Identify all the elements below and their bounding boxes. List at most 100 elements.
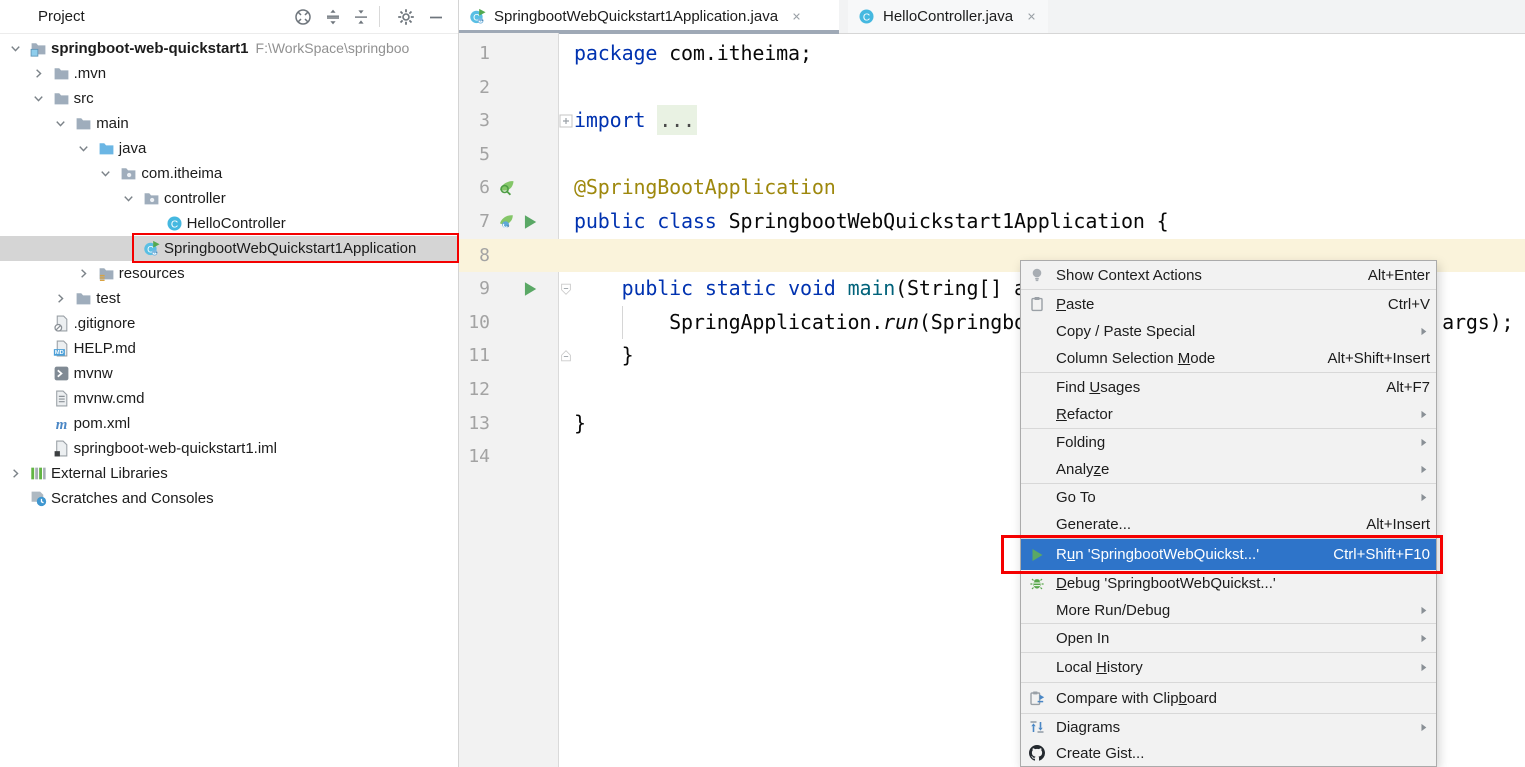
- root-folder-icon: [30, 40, 47, 57]
- tree-item-src[interactable]: src: [0, 86, 458, 111]
- submenu-arrow-icon: [1417, 604, 1430, 617]
- tree-chevron-right-icon[interactable]: [76, 266, 91, 281]
- menu-item-label: Create Gist...: [1056, 745, 1430, 762]
- code-line-1[interactable]: 1package com.itheima;: [459, 37, 1525, 71]
- spring-search-icon[interactable]: [497, 179, 515, 197]
- tree-chevron-down-icon[interactable]: [53, 116, 68, 131]
- run-triangle-icon[interactable]: [521, 280, 539, 298]
- project-panel-title[interactable]: Project: [38, 0, 85, 33]
- menu-item-generate[interactable]: Generate...Alt+Insert: [1021, 511, 1436, 538]
- class-icon: C: [166, 215, 183, 232]
- tree-item--mvn[interactable]: .mvn: [0, 61, 458, 86]
- menu-item-open-in[interactable]: Open In: [1021, 624, 1436, 652]
- tree-chevron-right-icon[interactable]: [53, 291, 68, 306]
- tree-item-controller[interactable]: controller: [0, 186, 458, 211]
- code-text: public static void main(String[] args) {: [574, 272, 1097, 306]
- code-line-7[interactable]: 7public class SpringbootWebQuickstart1Ap…: [459, 205, 1525, 239]
- tree-item-resources[interactable]: resources: [0, 261, 458, 286]
- project-panel: Project springboot-web-quickstart1F:\Wor…: [0, 0, 458, 767]
- menu-item-show-context-actions[interactable]: Show Context ActionsAlt+Enter: [1021, 261, 1436, 289]
- menu-item-find-usages[interactable]: Find UsagesAlt+F7: [1021, 373, 1436, 401]
- menu-item-paste[interactable]: PasteCtrl+V: [1021, 290, 1436, 318]
- submenu-arrow-icon: [1417, 721, 1430, 734]
- folder-icon: [75, 290, 92, 307]
- markdown-icon: MD: [53, 340, 70, 357]
- code-line-3[interactable]: 3import ...: [459, 104, 1525, 138]
- fold-down-icon[interactable]: [559, 282, 573, 296]
- tree-item-scratches-and-consoles[interactable]: Scratches and Consoles: [0, 486, 458, 511]
- tab-hellocontroller-java[interactable]: C HelloController.java: [848, 0, 1048, 33]
- tree-item-main[interactable]: main: [0, 111, 458, 136]
- tree-item-springboot-web-quickstart1[interactable]: springboot-web-quickstart1F:\WorkSpace\s…: [0, 36, 458, 61]
- minimize-icon[interactable]: [426, 7, 446, 27]
- tab-springbootwebquickstart1application-java[interactable]: CSpringbootWebQuickstart1Application.jav…: [459, 0, 839, 33]
- fold-plus-icon[interactable]: [559, 114, 573, 128]
- springboot-class-icon: C: [469, 8, 486, 25]
- menu-item-shortcut: Alt+F7: [1386, 379, 1430, 396]
- code-line-6[interactable]: 6@SpringBootApplication: [459, 171, 1525, 205]
- code-line-5[interactable]: 5: [459, 138, 1525, 172]
- chevron-down-icon[interactable]: [92, 7, 107, 22]
- tree-chevron-down-icon[interactable]: [31, 91, 46, 106]
- svg-text:C: C: [863, 12, 870, 23]
- package-icon: [120, 165, 137, 182]
- tree-chevron-down-icon[interactable]: [121, 191, 136, 206]
- menu-item-label: Generate...: [1056, 516, 1354, 533]
- tab-label: HelloController.java: [883, 8, 1013, 25]
- tree-item-mvnw-cmd[interactable]: mvnw.cmd: [0, 386, 458, 411]
- menu-item-run-springbootwebquickst[interactable]: Run 'SpringbootWebQuickst...'Ctrl+Shift+…: [1021, 539, 1436, 570]
- code-line-2[interactable]: 2: [459, 71, 1525, 105]
- menu-item-folding[interactable]: Folding: [1021, 429, 1436, 456]
- tree-chevron-right-icon[interactable]: [31, 66, 46, 81]
- tree-chevron-down-icon[interactable]: [8, 41, 23, 56]
- toolbar-separator: [379, 6, 380, 27]
- compare-clipboard-icon: [1029, 690, 1045, 706]
- fold-up-icon[interactable]: [559, 349, 573, 363]
- scratches-icon: [30, 490, 47, 507]
- tree-item-com-itheima[interactable]: com.itheima: [0, 161, 458, 186]
- tree-item-external-libraries[interactable]: External Libraries: [0, 461, 458, 486]
- tree-item-test[interactable]: test: [0, 286, 458, 311]
- locate-icon[interactable]: [293, 7, 313, 27]
- menu-item-refactor[interactable]: Refactor: [1021, 401, 1436, 428]
- menu-item-local-history[interactable]: Local History: [1021, 653, 1436, 682]
- expand-all-icon[interactable]: [323, 7, 343, 27]
- project-tree: springboot-web-quickstart1F:\WorkSpace\s…: [0, 34, 458, 767]
- tree-item-help-md[interactable]: MDHELP.md: [0, 336, 458, 361]
- menu-item-copy-paste-special[interactable]: Copy / Paste Special: [1021, 318, 1436, 345]
- menu-item-label: Debug 'SpringbootWebQuickst...': [1056, 575, 1430, 592]
- menu-item-diagrams[interactable]: Diagrams: [1021, 714, 1436, 740]
- gear-icon[interactable]: [396, 7, 416, 27]
- menu-item-label: Refactor: [1056, 406, 1409, 423]
- menu-item-create-gist[interactable]: Create Gist...: [1021, 740, 1436, 766]
- external-libraries-icon: [30, 465, 47, 482]
- tree-item-hellocontroller[interactable]: CHelloController: [0, 211, 458, 236]
- package-icon: [143, 190, 160, 207]
- tree-item-springbootwebquickstart1application[interactable]: CSpringbootWebQuickstart1Application: [0, 236, 458, 261]
- tree-chevron-right-icon[interactable]: [8, 466, 23, 481]
- close-icon[interactable]: [790, 10, 803, 23]
- line-number: 8: [459, 239, 490, 273]
- tree-chevron-down-icon[interactable]: [98, 166, 113, 181]
- menu-item-compare-with-clipboard[interactable]: Compare with Clipboard: [1021, 683, 1436, 713]
- menu-item-shortcut: Ctrl+Shift+F10: [1333, 546, 1430, 563]
- spring-run-icon[interactable]: [497, 213, 515, 231]
- close-icon[interactable]: [1025, 10, 1038, 23]
- menu-item-column-selection-mode[interactable]: Column Selection ModeAlt+Shift+Insert: [1021, 345, 1436, 372]
- submenu-arrow-icon: [1417, 463, 1430, 476]
- tree-item-java[interactable]: java: [0, 136, 458, 161]
- run-triangle-icon[interactable]: [521, 213, 539, 231]
- menu-item-go-to[interactable]: Go To: [1021, 484, 1436, 511]
- tree-item-pom-xml[interactable]: mpom.xml: [0, 411, 458, 436]
- tree-item-label: SpringbootWebQuickstart1Application: [164, 236, 416, 261]
- menu-item-more-run-debug[interactable]: More Run/Debug: [1021, 597, 1436, 623]
- tree-item-label: .mvn: [74, 61, 107, 86]
- tree-item-mvnw[interactable]: mvnw: [0, 361, 458, 386]
- collapse-all-icon[interactable]: [351, 7, 371, 27]
- line-number: 7: [459, 205, 490, 239]
- tree-item-springboot-web-quickstart1-iml[interactable]: springboot-web-quickstart1.iml: [0, 436, 458, 461]
- menu-item-debug-springbootwebquickst[interactable]: Debug 'SpringbootWebQuickst...': [1021, 570, 1436, 597]
- menu-item-analyze[interactable]: Analyze: [1021, 456, 1436, 483]
- tree-item--gitignore[interactable]: .gitignore: [0, 311, 458, 336]
- tree-chevron-down-icon[interactable]: [76, 141, 91, 156]
